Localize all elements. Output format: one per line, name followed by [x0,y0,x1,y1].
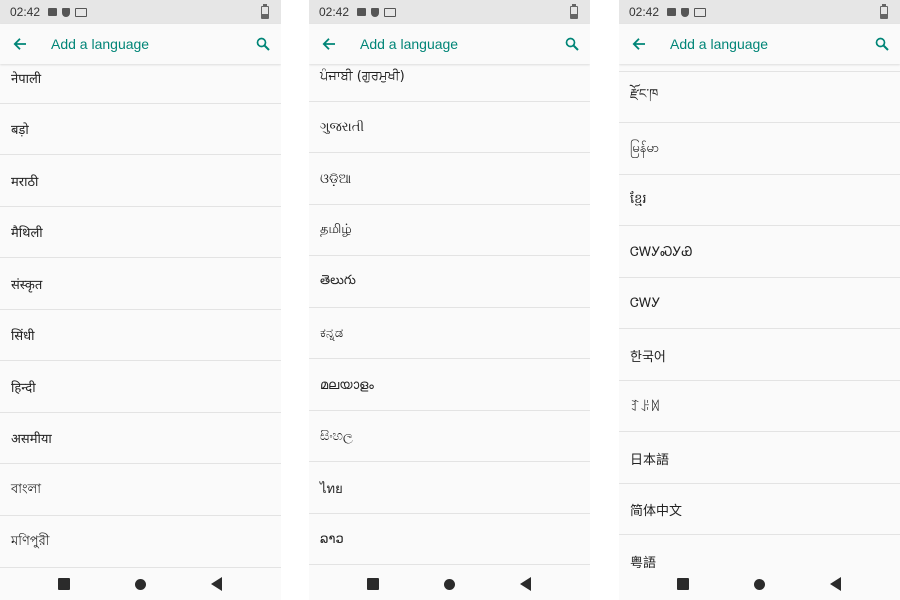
nav-bar [0,568,281,600]
home-button[interactable] [751,576,767,592]
list-item[interactable]: ꆈꌠꉙ [619,381,900,432]
list-item[interactable]: 한국어 [619,330,900,381]
list-item[interactable]: सिंधी [0,310,281,361]
app-bar: Add a language [309,24,590,64]
list-item[interactable]: नेपाली [0,64,281,104]
list-item[interactable]: ᏣᎳᎩᏍᎩᏯ [619,227,900,278]
list-item[interactable]: মণিপুরী [0,517,281,568]
list-item[interactable]: தமிழ் [309,205,590,256]
list-item[interactable]: ไทย [309,463,590,514]
list-item[interactable]: हिन्दी [0,362,281,413]
triangle-back-icon [210,577,222,591]
triangle-back-icon [519,577,531,591]
language-list: नेपाली बड़ो मराठी मैथिली संस्कृत सिंधी ह… [0,64,281,568]
square-recents-icon [677,578,689,590]
circle-home-icon [134,578,146,590]
app-bar: Add a language [619,24,900,64]
image-icon [357,8,367,16]
home-button[interactable] [132,576,148,592]
phone-screen-2: 02:42 Add a language ਪੰਜਾਬੀ (ਗੁਰਮੁਖੀ) ગુ… [309,0,590,600]
recents-button[interactable] [675,576,691,592]
circle-home-icon [443,578,455,590]
list-item[interactable]: සිංහල [309,411,590,462]
list-item[interactable]: বাংলা [0,465,281,516]
language-list: ਪੰਜਾਬੀ (ਗੁਰਮੁਖੀ) ગુજરાતી ଓଡ଼ିଆ தமிழ் తెల… [309,64,590,568]
search-icon[interactable] [873,35,891,53]
shield-icon [681,7,690,17]
battery-icon [570,4,578,19]
status-time: 02:42 [10,5,41,19]
list-item[interactable]: मराठी [0,156,281,207]
status-bar: 02:42 [309,0,590,24]
nav-bar [309,568,590,600]
back-button[interactable] [208,576,224,592]
list-item[interactable]: बड़ो [0,104,281,155]
list-item[interactable]: ខ្មែរ [619,175,900,226]
shield-icon [62,7,71,17]
list-item[interactable]: ਪੰਜਾਬੀ (ਗੁਰਮੁਖੀ) [309,64,590,102]
list-item[interactable]: 粤語 [619,536,900,569]
search-icon[interactable] [254,35,272,53]
list-item[interactable]: ଓଡ଼ିଆ [309,154,590,205]
shield-icon [371,7,380,17]
list-item[interactable]: မြန်မာ [619,124,900,175]
list-item[interactable]: རྫོང་ཁ [619,72,900,123]
list-item[interactable]: संस्कृत [0,259,281,310]
page-title: Add a language [670,36,769,52]
image-icon [48,8,58,16]
square-recents-icon [58,578,70,590]
list-item[interactable]: मैथिली [0,207,281,258]
keyboard-icon [694,7,707,17]
battery-icon [880,4,888,19]
page-title: Add a language [360,36,459,52]
list-item[interactable] [619,64,900,72]
keyboard-icon [384,7,397,17]
list-item[interactable]: ગુજરાતી [309,102,590,153]
page-title: Add a language [51,36,150,52]
recents-button[interactable] [56,576,72,592]
triangle-back-icon [829,577,841,591]
home-button[interactable] [441,576,457,592]
image-icon [667,8,677,16]
list-item[interactable]: ᏣᎳᎩ [619,278,900,329]
search-icon[interactable] [563,35,581,53]
list-item[interactable]: 日本語 [619,433,900,484]
recents-button[interactable] [365,576,381,592]
battery-icon [261,4,269,19]
status-bar: 02:42 [0,0,281,24]
keyboard-icon [75,7,88,17]
status-time: 02:42 [629,5,660,19]
list-item[interactable]: తెలుగు [309,257,590,308]
list-item[interactable]: असमीया [0,413,281,464]
phone-screen-1: 02:42 Add a language नेपाली बड़ो मराठी म… [0,0,281,600]
phone-screen-3: 02:42 Add a language རྫོང་ཁ မြန်မာ ខ្មែរ… [619,0,900,600]
circle-home-icon [753,578,765,590]
app-bar: Add a language [0,24,281,64]
list-item[interactable]: മലയാളം [309,360,590,411]
nav-bar [619,568,900,600]
list-item[interactable]: ລາວ [309,514,590,565]
status-time: 02:42 [319,5,350,19]
square-recents-icon [367,578,379,590]
list-item[interactable]: ಕನ್ನಡ [309,308,590,359]
back-button[interactable] [517,576,533,592]
back-arrow-icon[interactable] [630,35,648,53]
status-bar: 02:42 [619,0,900,24]
back-arrow-icon[interactable] [11,35,29,53]
language-list: རྫོང་ཁ မြန်မာ ខ្មែរ ᏣᎳᎩᏍᎩᏯ ᏣᎳᎩ 한국어 ꆈꌠꉙ 日… [619,64,900,568]
list-item[interactable]: 简体中文 [619,484,900,535]
back-arrow-icon[interactable] [320,35,338,53]
back-button[interactable] [827,576,843,592]
